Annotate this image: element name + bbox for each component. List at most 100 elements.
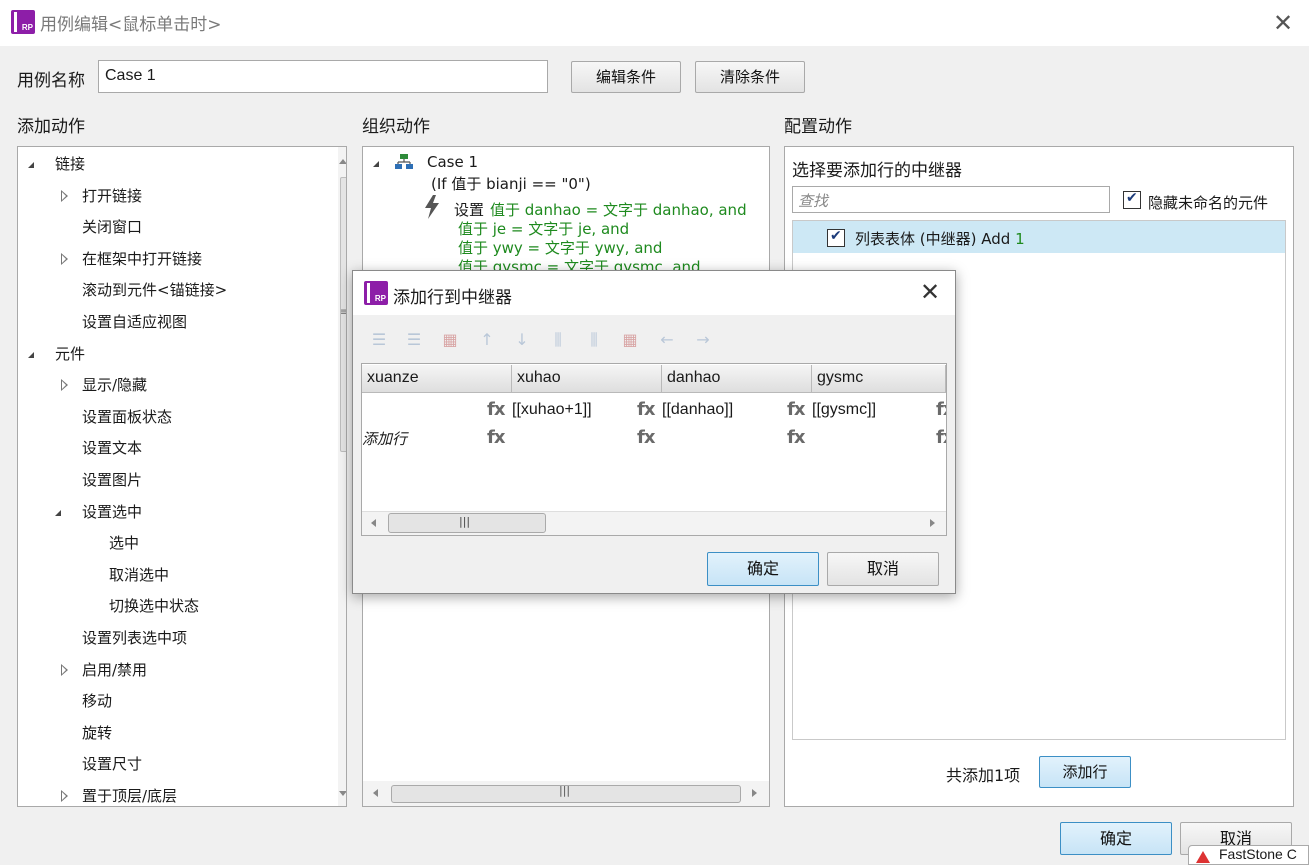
move-right-icon[interactable]: → <box>692 330 714 350</box>
case-name-node[interactable]: Case 1 <box>427 153 478 171</box>
case-tree-icon <box>395 154 413 169</box>
add-row-placeholder[interactable]: 添加行 <box>362 428 407 449</box>
scrollbar-grip-icon: ≡ <box>340 307 346 318</box>
action-tree-item[interactable]: 滚动到元件<锚链接> <box>82 279 227 300</box>
scroll-right-icon[interactable] <box>752 789 757 797</box>
hide-unnamed-label: 隐藏未命名的元件 <box>1148 194 1269 212</box>
repeater-checkbox[interactable] <box>827 228 845 247</box>
collapsed-triangle-icon[interactable] <box>61 379 68 392</box>
grid-cell[interactable]: [[xuhao+1]] <box>512 401 592 419</box>
expanded-triangle-icon[interactable] <box>28 351 34 358</box>
action-line: 值于 ywy = 文字于 ywy, and <box>458 239 663 257</box>
scroll-left-icon[interactable] <box>373 789 378 797</box>
faststone-icon <box>1196 851 1210 863</box>
column-header[interactable]: gysmc <box>812 365 946 393</box>
grid-cell[interactable]: [[gysmc]] <box>812 401 876 419</box>
fx-icon[interactable]: fx <box>637 399 655 420</box>
expanded-triangle-icon[interactable] <box>55 509 61 516</box>
delete-row-icon[interactable]: ▦ <box>439 330 461 350</box>
delete-col-icon[interactable]: ▦ <box>619 330 641 350</box>
add-row-button[interactable]: 添加行 <box>1039 756 1131 788</box>
repeater-item-count: 1 <box>1015 230 1025 248</box>
action-lightning-icon <box>425 195 439 219</box>
insert-col-right-icon[interactable]: ⫼ <box>583 330 605 350</box>
action-tree-item[interactable]: 设置列表选中项 <box>82 627 187 648</box>
collapsed-triangle-icon[interactable] <box>61 790 68 802</box>
insert-col-left-icon[interactable]: ⫼ <box>547 330 569 350</box>
action-tree-item[interactable]: 设置文本 <box>82 437 142 458</box>
repeater-item-label: 列表表体 (中继器) Add 1 <box>855 230 1025 248</box>
fx-icon[interactable]: fx <box>637 427 655 448</box>
action-tree-item[interactable]: 设置选中 <box>82 501 142 522</box>
action-tree-item[interactable]: 打开链接 <box>82 185 142 206</box>
collapse-triangle-icon[interactable] <box>373 161 379 167</box>
grid-cell[interactable]: [[danhao]] <box>662 401 733 419</box>
modal-title: 添加行到中继器 <box>393 288 512 308</box>
axure-rp-logo-icon: RP <box>11 10 35 34</box>
collapsed-triangle-icon[interactable] <box>61 189 68 202</box>
hide-unnamed-checkbox[interactable] <box>1123 190 1141 209</box>
fx-icon[interactable]: fx <box>487 427 505 448</box>
move-up-icon[interactable]: ↑ <box>476 330 498 350</box>
collapsed-triangle-icon[interactable] <box>61 252 68 265</box>
close-icon[interactable]: ✕ <box>917 279 943 305</box>
case-condition-text: (If 值于 bianji == "0") <box>431 175 591 193</box>
select-repeater-label: 选择要添加行的中继器 <box>792 161 962 181</box>
action-tree-panel[interactable]: 链接打开链接关闭窗口在框架中打开链接滚动到元件<锚链接> 设置自适应视图元件显示/… <box>17 146 347 807</box>
scroll-up-icon[interactable] <box>339 159 346 164</box>
action-tree-item[interactable]: 切换选中状态 <box>109 595 199 616</box>
fx-icon[interactable]: fx <box>787 427 805 448</box>
action-tree-item[interactable]: 置于顶层/底层 <box>82 785 177 806</box>
scroll-left-icon[interactable] <box>371 519 376 527</box>
total-added-label: 共添加1项 <box>946 766 1021 785</box>
axure-rp-logo-icon: RP <box>364 281 388 305</box>
fx-icon-clipped[interactable]: fx <box>936 427 946 448</box>
action-tree-item[interactable]: 关闭窗口 <box>82 216 142 237</box>
fx-icon[interactable]: fx <box>787 399 805 420</box>
action-tree-item[interactable]: 移动 <box>82 690 112 711</box>
scrollbar-grip-icon: ||| <box>459 515 471 528</box>
search-input[interactable]: 查找 <box>792 186 1110 213</box>
action-tree-item[interactable]: 显示/隐藏 <box>82 374 147 395</box>
add-action-title: 添加动作 <box>17 117 85 137</box>
collapsed-triangle-icon[interactable] <box>61 663 68 676</box>
scroll-down-icon[interactable] <box>339 791 346 796</box>
action-tree-item[interactable]: 在框架中打开链接 <box>82 248 202 269</box>
action-tree-item[interactable]: 元件 <box>55 343 85 364</box>
fx-icon-clipped[interactable]: fx <box>936 399 946 420</box>
organize-action-title: 组织动作 <box>362 117 430 137</box>
action-tree-item[interactable]: 设置尺寸 <box>82 753 142 774</box>
move-down-icon[interactable]: ↓ <box>511 330 533 350</box>
modal-cancel-button[interactable]: 取消 <box>827 552 939 586</box>
close-icon[interactable]: ✕ <box>1270 10 1296 36</box>
action-tree-item[interactable]: 设置面板状态 <box>82 406 172 427</box>
ok-button[interactable]: 确定 <box>1060 822 1172 855</box>
action-prefix[interactable]: 设置 <box>454 199 484 220</box>
edit-condition-button[interactable]: 编辑条件 <box>571 61 681 93</box>
scroll-right-icon[interactable] <box>930 519 935 527</box>
modal-ok-button[interactable]: 确定 <box>707 552 819 586</box>
fx-icon[interactable]: fx <box>487 399 505 420</box>
column-header[interactable]: danhao <box>662 365 812 393</box>
window-title: 用例编辑<鼠标单击时> <box>40 15 222 35</box>
case-name-label: 用例名称 <box>17 71 85 91</box>
insert-row-above-icon[interactable]: ☰ <box>368 330 390 350</box>
action-tree-item[interactable]: 旋转 <box>82 722 112 743</box>
insert-row-below-icon[interactable]: ☰ <box>403 330 425 350</box>
configure-action-title: 配置动作 <box>784 117 852 137</box>
case-name-input[interactable]: Case 1 <box>98 60 548 93</box>
action-tree-item[interactable]: 取消选中 <box>109 564 169 585</box>
clear-condition-button[interactable]: 清除条件 <box>695 61 805 93</box>
action-line: 值于 danhao = 文字于 danhao, and <box>490 201 747 219</box>
column-header[interactable]: xuhao <box>512 365 662 393</box>
action-tree-item[interactable]: 启用/禁用 <box>82 659 147 680</box>
expanded-triangle-icon[interactable] <box>28 162 34 168</box>
action-tree-item[interactable]: 链接 <box>55 153 85 174</box>
scrollbar-grip-icon: ||| <box>559 784 571 797</box>
column-header[interactable]: xuanze <box>362 365 512 393</box>
action-line: 值于 je = 文字于 je, and <box>458 220 630 238</box>
move-left-icon[interactable]: ← <box>656 330 678 350</box>
action-tree-item[interactable]: 选中 <box>109 532 139 553</box>
action-tree-item[interactable]: 设置图片 <box>82 469 142 490</box>
action-tree-item[interactable]: 设置自适应视图 <box>82 311 187 332</box>
